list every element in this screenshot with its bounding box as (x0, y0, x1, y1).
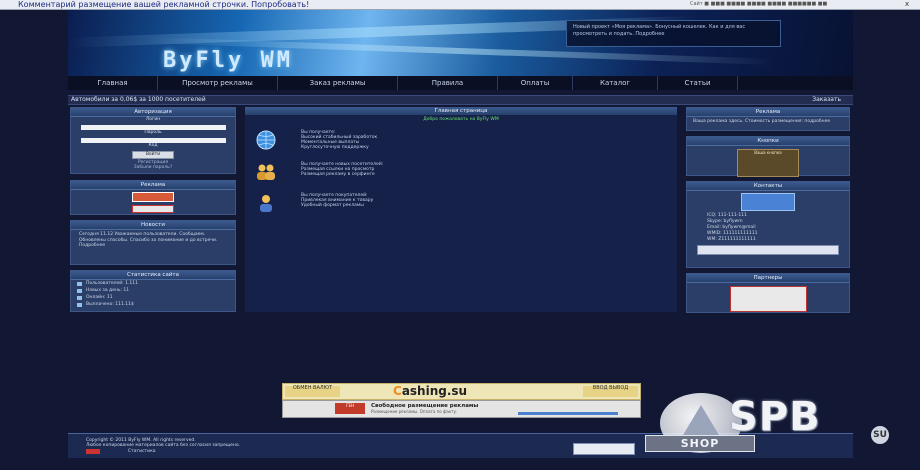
info-bar: Автомобили за 0,06$ за 1000 посетителей … (68, 95, 853, 105)
nav-item-articles[interactable]: Статьи (658, 76, 738, 90)
ad-banner[interactable] (132, 205, 174, 213)
footer-notice: Любое копирование материалов сайта без с… (86, 443, 241, 448)
banner-bar (518, 412, 618, 415)
footer-badge-text: Статистика (128, 449, 156, 454)
watermark-big-text: SPB (729, 394, 821, 440)
right-buttons-title: Кнопки (687, 137, 849, 146)
info-bar-order-link[interactable]: Заказать (812, 96, 841, 104)
partners-panel: Партнеры (686, 273, 850, 313)
counter-bar (697, 245, 839, 255)
close-icon[interactable]: x (905, 0, 909, 9)
ticker-link[interactable]: Комментарий размещение вашей рекламной с… (18, 0, 309, 9)
stat-row: Новых за день: 11 (71, 287, 235, 294)
free-ads-banner[interactable]: ГЕН Свободное размещение рекламы Размеще… (282, 400, 641, 418)
captcha-label: Код (148, 143, 158, 148)
ticker-right-text: Сайт ■ ■■■ ■■■■ ■■■■ ■■■■ ■■■■■■ ■■ (690, 1, 828, 7)
stat-row: Выплачено: 111.11$ (71, 301, 235, 308)
contacts-title: Контакты (687, 182, 849, 191)
welcome-text: Добро пожаловать на ByFly WM (423, 117, 499, 122)
login-button[interactable]: Войти (132, 151, 174, 159)
nav-item-rules[interactable]: Правила (398, 76, 498, 90)
nav-item-home[interactable]: Главная (68, 76, 158, 90)
nav-item-order-ads[interactable]: Заказ рекламы (278, 76, 398, 90)
contacts-panel: Контакты ICQ: 111-111-111 Skype: byflywm… (686, 181, 850, 268)
right-ads-panel: Реклама Ваша реклама здесь. Стоимость ра… (686, 107, 850, 131)
watermark-triangle (683, 405, 719, 435)
forgot-password-link[interactable]: Забыли пароль? (134, 165, 172, 170)
info-bar-text[interactable]: Автомобили за 0,06$ за 1000 посетителей (71, 96, 206, 104)
site-header: ByFly WM Новый проект «Моя реклама». Бон… (68, 10, 853, 76)
ticker-bar: Комментарий размещение вашей рекламной с… (0, 0, 920, 10)
feature-line: Размещая рекламу в серфинге (301, 172, 375, 177)
users-icon (257, 164, 275, 180)
feature-line: Удобный формат рекламы (301, 203, 364, 208)
contacts-logo (741, 193, 795, 211)
nav-item-view-ads[interactable]: Просмотр рекламы (158, 76, 278, 90)
banner-brand: Cashing.su (393, 384, 468, 398)
news-title: Новости (71, 221, 235, 230)
footer-badge[interactable] (86, 449, 100, 454)
stats-icon (77, 282, 82, 286)
contact-row: WM: Z111111111111 (707, 237, 756, 242)
banner-subtitle: Размещение рекламы. Оплата по факту. (371, 409, 458, 414)
main-title: Главная страница (245, 107, 677, 115)
partners-title: Партнеры (687, 274, 849, 283)
stats-title: Статистика сайта (71, 271, 235, 280)
right-buttons-panel: Кнопки Ваша кнопка (686, 136, 850, 177)
stat-row: Онлайн: 11 (71, 294, 235, 301)
nav-item-catalog[interactable]: Каталог (573, 76, 658, 90)
watermark-logo: SPB SU SHOP (645, 393, 903, 463)
right-ads-title: Реклама (687, 108, 849, 117)
cashing-banner[interactable]: ОБМЕН ВАЛЮТ Cashing.su ВВОД ВЫВОД (282, 383, 641, 400)
footer-counter[interactable] (573, 443, 635, 455)
site-logo[interactable]: ByFly WM (163, 48, 293, 73)
partner-button[interactable]: Ваша кнопка (737, 149, 799, 177)
promo-text: Новый проект «Моя реклама». Бонусный кош… (573, 24, 746, 37)
stats-icon (77, 289, 82, 293)
globe-icon (256, 130, 276, 150)
stat-row: Пользователей: 1.111 (71, 280, 235, 287)
auth-title: Авторизация (71, 108, 235, 117)
stats-panel: Статистика сайта Пользователей: 1.111 Но… (70, 270, 236, 312)
ad-banner[interactable] (132, 192, 174, 202)
main-nav: Главная Просмотр рекламы Заказ рекламы П… (68, 76, 853, 90)
news-panel: Новости Сегодня 11.12 Уважаемые пользова… (70, 220, 236, 265)
feature-block: Вы получаете покупателей: Привлекая вним… (245, 193, 677, 223)
watermark-shop: SHOP (645, 435, 755, 452)
banner-badge: ГЕН (335, 403, 365, 414)
feature-block: Вы получаете: Высокий стабильный заработ… (245, 130, 677, 160)
feature-block: Вы получаете новых посетителей: Размещая… (245, 162, 677, 192)
banner-right-label: ВВОД ВЫВОД (583, 385, 638, 397)
banner-left-label: ОБМЕН ВАЛЮТ (285, 385, 340, 397)
user-icon (260, 195, 272, 212)
header-promo: Новый проект «Моя реклама». Бонусный кош… (566, 20, 781, 47)
stats-icon (77, 296, 82, 300)
right-ads-text[interactable]: Ваша реклама здесь. Стоимость размещения… (687, 117, 849, 126)
auth-panel: Авторизация Логин Пароль Код Войти Регис… (70, 107, 236, 174)
stats-icon (77, 303, 82, 307)
password-label: Пароль (144, 130, 162, 135)
news-text: Сегодня 11.12 Уважаемые пользователи. Со… (79, 232, 218, 248)
partner-banner[interactable] (729, 286, 807, 312)
main-content: Главная страница Добро пожаловать на ByF… (245, 107, 677, 312)
feature-line: Круглосуточную поддержку (301, 145, 369, 150)
login-label: Логин (145, 117, 161, 122)
ads-panel: Реклама (70, 180, 236, 215)
nav-item-payments[interactable]: Оплаты (498, 76, 573, 90)
watermark-su: SU (871, 426, 889, 444)
ads-panel-title: Реклама (71, 181, 235, 190)
